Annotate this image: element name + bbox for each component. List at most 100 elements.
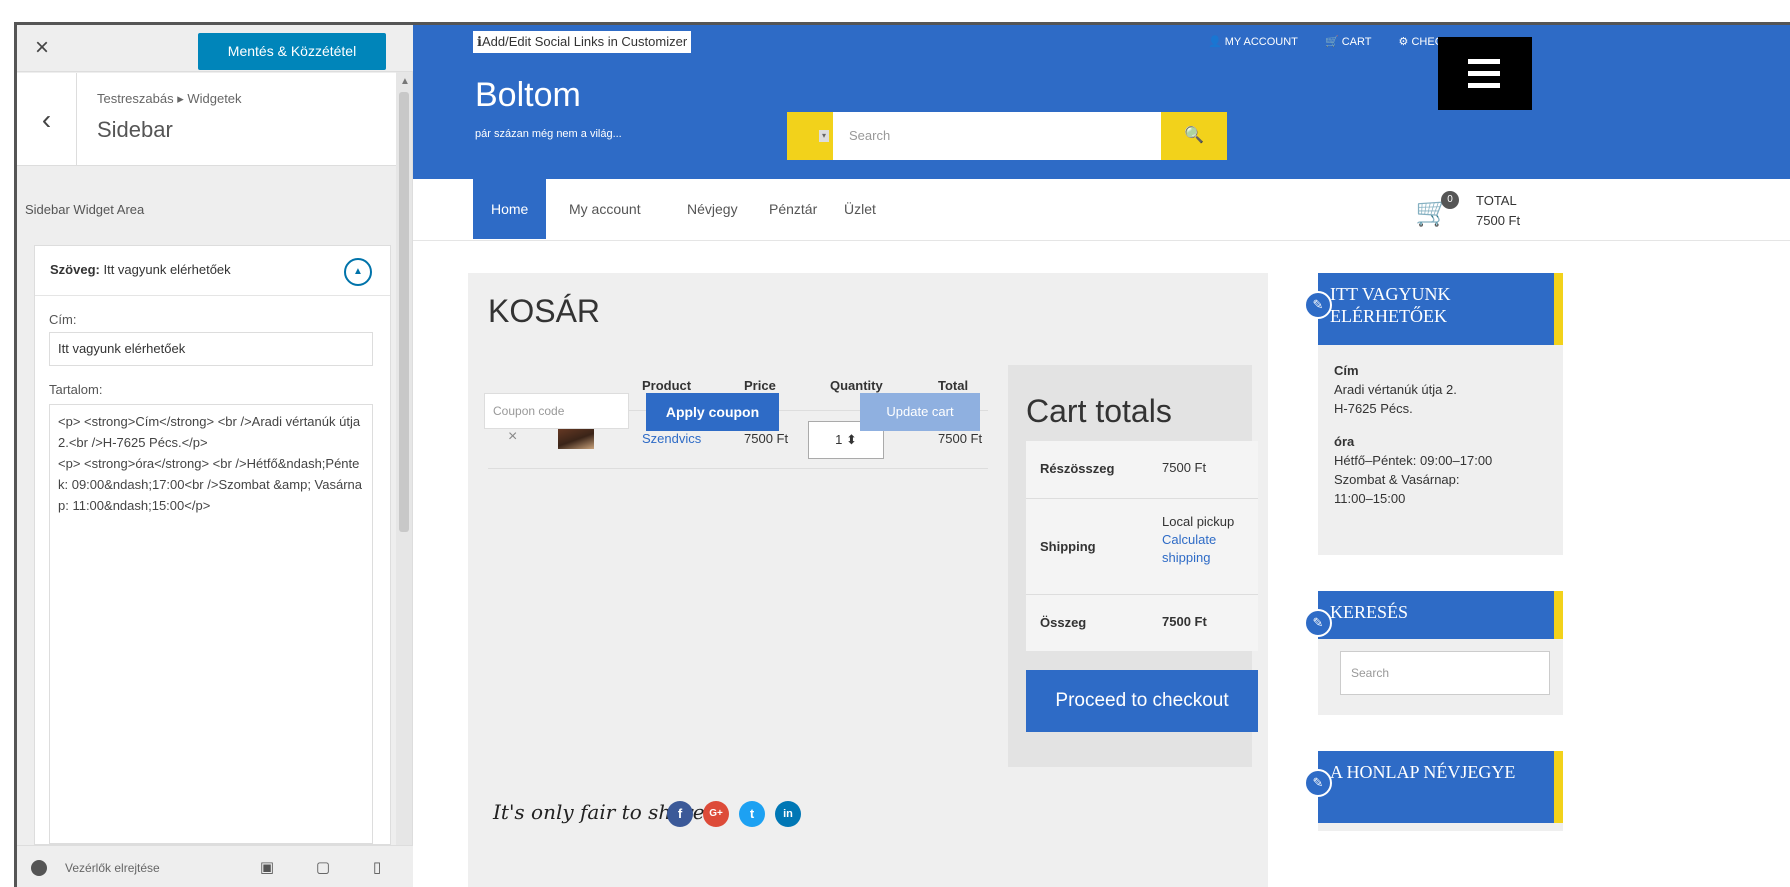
scrollbar[interactable]: ▲ ▼ xyxy=(396,72,412,872)
desktop-preview-icon[interactable]: ▣ xyxy=(257,858,277,878)
section-title: Sidebar xyxy=(97,117,173,142)
title-field[interactable]: Itt vagyunk elérhetőek xyxy=(49,332,373,366)
collapse-toggle-icon[interactable]: ▲ xyxy=(344,258,372,286)
close-icon[interactable]: × xyxy=(25,31,59,65)
cart-count-badge: 0 xyxy=(1441,191,1459,209)
widget-header[interactable]: Szöveg: Itt vagyunk elérhetőek ▲ xyxy=(35,246,390,296)
search-icon: 🔍 xyxy=(1184,127,1204,144)
google-plus-icon[interactable]: G+ xyxy=(703,801,729,827)
mobile-preview-icon[interactable]: ▯ xyxy=(367,858,387,878)
nav-item-my-account[interactable]: My account xyxy=(569,179,641,239)
search-input[interactable]: Search xyxy=(849,128,890,143)
breadcrumb: Testreszabás ▸ Widgetek xyxy=(97,91,242,106)
my-account-link[interactable]: 👤 MY ACCOUNT xyxy=(1208,36,1310,48)
subtotal-label: Részösszeg xyxy=(1040,461,1115,476)
widget-name: Itt vagyunk elérhetőek xyxy=(103,262,231,277)
scrollbar-thumb[interactable] xyxy=(399,92,409,532)
contact-hours-line3: 11:00–15:00 xyxy=(1334,491,1406,506)
product-subtotal: 7500 Ft xyxy=(938,431,983,446)
hide-controls-label[interactable]: Vezérlők elrejtése xyxy=(65,861,160,875)
totals-row-total: Összeg 7500 Ft xyxy=(1026,595,1258,651)
edit-pencil-icon[interactable]: ✎ xyxy=(1304,291,1332,319)
cart-label: CART xyxy=(1341,36,1372,48)
site-logo[interactable]: Boltom xyxy=(475,76,581,115)
shipping-value: Local pickup Calculate shipping xyxy=(1162,513,1254,567)
nav-item-penztar[interactable]: Pénztár xyxy=(769,179,817,239)
social-links-link[interactable]: ℹAdd/Edit Social Links in Customizer xyxy=(473,31,692,53)
contact-hours-line2: Szombat & Vasárnap: xyxy=(1334,472,1460,487)
title-field-label: Cím: xyxy=(49,312,77,327)
proceed-to-checkout-button[interactable]: Proceed to checkout xyxy=(1026,670,1258,732)
shipping-label: Shipping xyxy=(1040,539,1096,554)
search-category-select[interactable]: ▾ xyxy=(787,112,833,160)
hide-controls-icon[interactable] xyxy=(31,860,47,876)
widget-about: A HONLAP NÉVJEGYE ✎ xyxy=(1304,751,1563,831)
my-account-label: MY ACCOUNT xyxy=(1224,36,1298,48)
customizer-header: × Mentés & Közzététel xyxy=(17,25,413,72)
edit-pencil-icon[interactable]: ✎ xyxy=(1304,609,1332,637)
back-icon[interactable]: ‹ xyxy=(17,73,77,166)
header-search: ▾ Search 🔍 xyxy=(787,112,1227,160)
totals-row-shipping: Shipping Local pickup Calculate shipping xyxy=(1026,499,1258,595)
contact-address-label: Cím xyxy=(1334,363,1359,378)
cart-total-value: 7500 Ft xyxy=(1476,213,1521,228)
coupon-input[interactable]: Coupon code xyxy=(484,393,629,429)
section-header: ‹ Testreszabás ▸ Widgetek Sidebar xyxy=(17,73,397,166)
cart-totals-title: Cart totals xyxy=(1026,393,1172,429)
edit-pencil-icon[interactable]: ✎ xyxy=(1304,769,1332,797)
content-textarea[interactable]: <p> <strong>Cím</strong> <br />Aradi vér… xyxy=(49,404,373,844)
menu-icon xyxy=(1468,83,1500,88)
totals-table: Részösszeg 7500 Ft Shipping Local pickup… xyxy=(1026,441,1258,651)
cart-totals: Cart totals Részösszeg 7500 Ft Shipping … xyxy=(1008,365,1258,767)
scroll-up-icon[interactable]: ▲ xyxy=(400,76,410,87)
update-cart-button[interactable]: Update cart xyxy=(860,393,980,431)
save-publish-button[interactable]: Mentés & Közzététel xyxy=(198,33,386,70)
col-price: Price xyxy=(744,378,776,393)
contact-hours-line1: Hétfő–Péntek: 09:00–17:00 xyxy=(1334,453,1493,468)
nav-item-home[interactable]: Home xyxy=(473,179,547,239)
widget-search-input[interactable]: Search xyxy=(1340,651,1550,695)
site-header: Boltom pár százan még nem a világ... ▾ S… xyxy=(413,66,1790,179)
tablet-preview-icon[interactable]: ▢ xyxy=(313,858,333,878)
search-button[interactable]: 🔍 xyxy=(1161,112,1227,160)
main-nav: Home My account Névjegy Pénztár Üzlet 🛒 … xyxy=(413,179,1790,241)
facebook-icon[interactable]: f xyxy=(667,801,693,827)
totals-row-subtotal: Részösszeg 7500 Ft xyxy=(1026,441,1258,499)
site-preview: ℹAdd/Edit Social Links in Customizer 👤 M… xyxy=(413,25,1790,887)
subtotal-value: 7500 Ft xyxy=(1162,460,1207,475)
contact-address-line2: H-7625 Pécs. xyxy=(1334,401,1413,416)
product-thumbnail[interactable] xyxy=(558,427,594,449)
apply-coupon-button[interactable]: Apply coupon xyxy=(646,393,779,431)
customizer-footer: Vezérlők elrejtése ▣ ▢ ▯ xyxy=(17,845,413,887)
nav-item-nevjegy[interactable]: Névjegy xyxy=(687,179,738,239)
menu-icon xyxy=(1468,71,1500,76)
contact-hours-label: óra xyxy=(1334,434,1355,449)
menu-toggle-button[interactable] xyxy=(1438,37,1532,110)
header-cart-total[interactable]: TOTAL 7500 Ft xyxy=(1476,191,1520,231)
twitter-icon[interactable]: t xyxy=(739,801,765,827)
browser-frame: × Mentés & Közzététel ‹ Testreszabás ▸ W… xyxy=(14,22,1790,887)
widget-search: KERESÉS ✎ Search xyxy=(1304,591,1563,715)
remove-item-icon[interactable]: × xyxy=(508,428,517,446)
top-bar: ℹAdd/Edit Social Links in Customizer 👤 M… xyxy=(413,25,1790,66)
calculate-shipping-link[interactable]: Calculate shipping xyxy=(1162,531,1254,567)
widget-contact: ITT VAGYUNK ELÉRHETŐEK ✎ Cím Aradi vérta… xyxy=(1304,273,1563,555)
total-label: Összeg xyxy=(1040,615,1087,630)
nav-item-uzlet[interactable]: Üzlet xyxy=(844,179,876,239)
col-quantity: Quantity xyxy=(830,378,883,393)
customizer-panel: × Mentés & Közzététel ‹ Testreszabás ▸ W… xyxy=(17,25,413,887)
col-total: Total xyxy=(938,378,969,393)
shipping-method: Local pickup xyxy=(1162,514,1235,529)
product-link[interactable]: Szendvics xyxy=(642,431,701,446)
cart-link[interactable]: 🛒 CART xyxy=(1325,36,1384,48)
menu-icon xyxy=(1468,59,1500,64)
content-field-label: Tartalom: xyxy=(49,382,103,397)
linkedin-icon[interactable]: in xyxy=(775,801,801,827)
widget-contact-body: Cím Aradi vértanúk útja 2. H-7625 Pécs. … xyxy=(1334,361,1554,508)
widget-search-title: KERESÉS xyxy=(1318,591,1563,639)
text-widget-editor: Szöveg: Itt vagyunk elérhetőek ▲ Cím: It… xyxy=(34,245,391,845)
page-title: KOSÁR xyxy=(488,293,601,329)
cart-total-label: TOTAL xyxy=(1476,193,1517,208)
quantity-value: 1 xyxy=(835,432,843,447)
widget-type: Szöveg: xyxy=(50,262,100,277)
